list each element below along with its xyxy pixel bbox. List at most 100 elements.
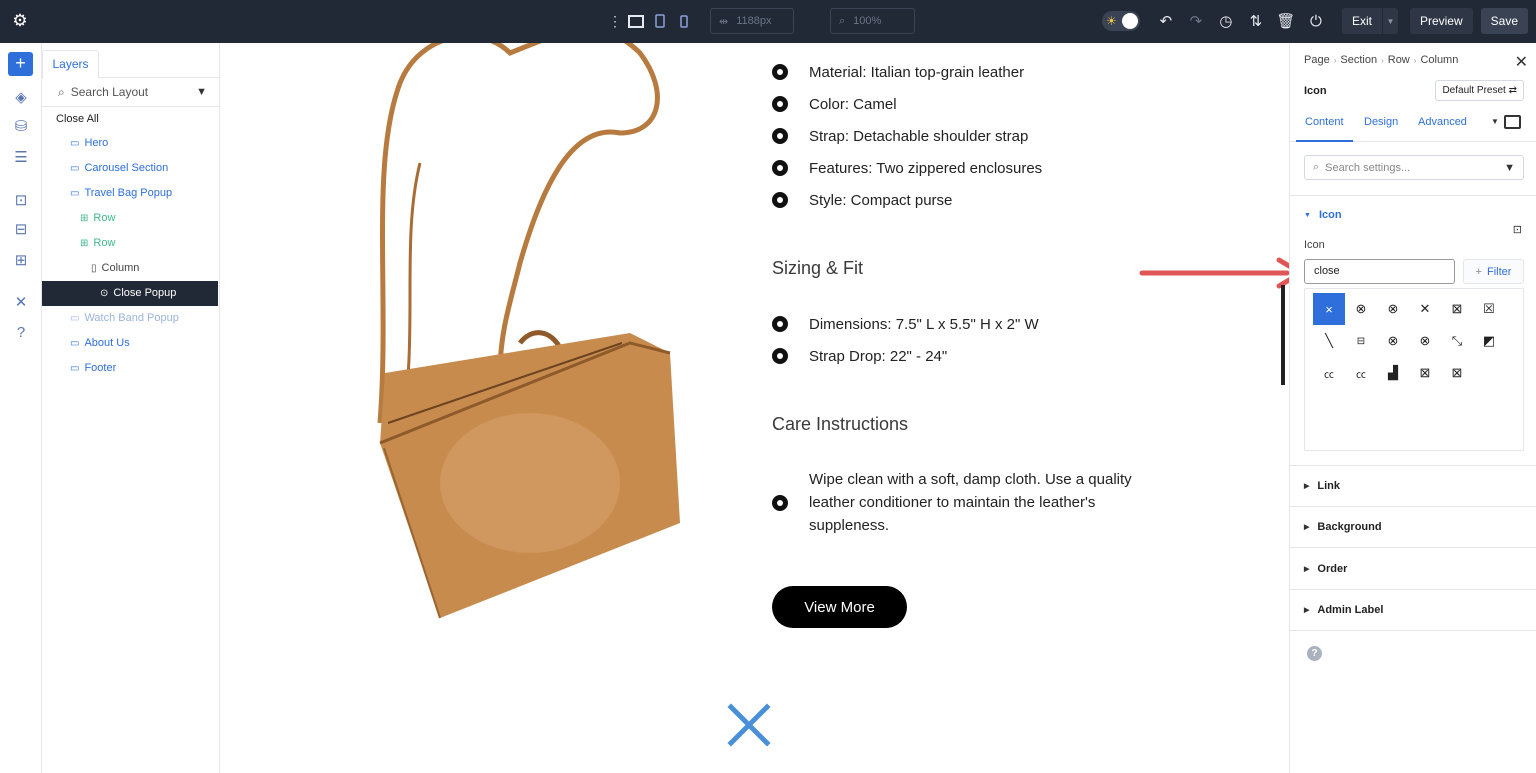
more-dots-icon[interactable]: ⋮ (606, 8, 624, 34)
sizing-heading: Sizing & Fit (772, 258, 864, 278)
settings-search[interactable]: ⌕ Search settings... ▼ (1304, 155, 1524, 180)
closed-caption-outline-icon[interactable]: ㏄ (1345, 357, 1377, 389)
exit-dropdown-icon[interactable]: ▼ (1381, 8, 1398, 34)
zoom-field[interactable]: ⌕ 100% (830, 8, 915, 34)
list-item-text: Style: Compact purse (809, 192, 953, 209)
layer-travel-bag-popup[interactable]: ▭ Travel Bag Popup (70, 181, 172, 206)
order-group-toggle[interactable]: ▶ Order (1304, 563, 1347, 575)
page-builder-icon[interactable]: ⊡ (10, 190, 32, 212)
settings-gear-icon[interactable]: ⚙ (10, 11, 30, 31)
layer-hero[interactable]: ▭ Hero (70, 131, 108, 156)
close-circle-thin-icon[interactable]: ⊗ (1409, 325, 1441, 357)
toggle-knob (1121, 13, 1138, 29)
icon-search-input[interactable]: close (1304, 259, 1455, 284)
sort-icon[interactable]: ⇅ (1244, 8, 1268, 34)
divider (1290, 195, 1536, 196)
close-all-link[interactable]: Close All (42, 107, 219, 132)
layer-about-us[interactable]: ▭ About Us (70, 331, 130, 356)
trash-icon[interactable]: 🗑 (1274, 8, 1298, 34)
tab-layers[interactable]: Layers (42, 50, 99, 79)
close-x-icon[interactable]: × (1313, 293, 1345, 325)
redo-icon[interactable]: ↷ (1184, 8, 1208, 34)
layer-label: Travel Bag Popup (84, 187, 173, 199)
layer-footer[interactable]: ▭ Footer (70, 356, 116, 381)
filter-funnel-icon[interactable]: ▼ (1504, 162, 1515, 174)
group-label: Order (1317, 563, 1348, 575)
help-icon[interactable]: ? (10, 322, 32, 344)
help-icon[interactable]: ? (1307, 646, 1322, 661)
exit-button[interactable]: Exit (1341, 8, 1382, 34)
phone-view-icon[interactable] (672, 8, 696, 34)
bullet-icon (772, 96, 788, 112)
admin-label-group-toggle[interactable]: ▶ Admin Label (1304, 604, 1383, 616)
breadcrumb-section[interactable]: Section (1340, 54, 1377, 66)
undo-icon[interactable]: ↶ (1154, 8, 1178, 34)
tab-advanced[interactable]: Advanced (1418, 115, 1467, 142)
power-icon[interactable]: ⏻ (1304, 8, 1328, 34)
leather-bag-image[interactable] (360, 43, 700, 663)
settings-panel: Page › Section › Row › Column ✕ Icon Def… (1289, 43, 1536, 773)
module-title: Icon (1304, 85, 1327, 97)
close-square-filled-icon[interactable]: ⊠ (1441, 293, 1473, 325)
tools-icon[interactable]: ✕ (10, 292, 32, 314)
tab-content[interactable]: Content (1296, 115, 1353, 142)
list-item-text: Color: Camel (809, 96, 897, 113)
close-square-outline-icon[interactable]: ☒ (1473, 293, 1505, 325)
close-circle-outline-icon[interactable]: ⊗ (1345, 293, 1377, 325)
breadcrumb-column[interactable]: Column (1420, 54, 1458, 66)
breadcrumb-page[interactable]: Page (1304, 54, 1330, 66)
care-bullet (772, 495, 809, 511)
layer-close-popup[interactable]: ⊙ Close Popup (42, 281, 218, 306)
layers-icon[interactable]: ◈ (10, 87, 32, 109)
diagonal-line-icon[interactable]: ╲ (1313, 325, 1345, 357)
layer-carousel-section[interactable]: ▭ Carousel Section (70, 156, 168, 181)
database-icon[interactable]: ⛁ (10, 116, 32, 138)
canvas-width-field[interactable]: ⇹ 1188px (710, 8, 794, 34)
minimize-box-icon[interactable]: ⊟ (1345, 325, 1377, 357)
preset-dropdown[interactable]: Default Preset ⇄ (1435, 80, 1524, 101)
close-circle-filled-icon[interactable]: ⊗ (1377, 293, 1409, 325)
layer-row[interactable]: ⊞ Row (80, 206, 115, 231)
collapse-arrows-icon[interactable]: ⤡ (1441, 325, 1473, 357)
desktop-view-icon[interactable] (624, 8, 648, 34)
close-circle-dark-icon[interactable]: ⊗ (1377, 325, 1409, 357)
group-label: Background (1317, 521, 1382, 533)
preview-button[interactable]: Preview (1409, 8, 1473, 34)
layer-label: Watch Band Popup (84, 312, 179, 324)
icon-group-toggle[interactable]: ▼ Icon (1304, 209, 1342, 221)
focus-mode-icon[interactable]: ⊡ (1513, 223, 1522, 236)
list-item: Strap: Detachable shoulder strap (772, 128, 1028, 145)
tab-design[interactable]: Design (1364, 115, 1398, 142)
breadcrumb-row[interactable]: Row (1388, 54, 1410, 66)
close-popup-icon[interactable] (726, 702, 772, 748)
layer-row[interactable]: ⊞ Row (80, 231, 115, 256)
background-group-toggle[interactable]: ▶ Background (1304, 521, 1382, 533)
save-button[interactable]: Save (1480, 8, 1528, 34)
view-more-button[interactable]: View More (772, 586, 907, 628)
icon-filter-button[interactable]: + Filter (1463, 259, 1524, 284)
template-icon[interactable]: ⊟ (10, 219, 32, 241)
close-bold-icon[interactable]: ✕ (1409, 293, 1441, 325)
link-group-toggle[interactable]: ▶ Link (1304, 480, 1340, 492)
door-closed-icon[interactable]: ▟ (1377, 357, 1409, 389)
layer-watch-band-popup[interactable]: ▭ Watch Band Popup (70, 306, 179, 331)
icon-picker-grid: × ⊗ ⊗ ✕ ⊠ ☒ ╲ ⊟ ⊗ ⊗ ⤡ ◩ ㏄ ㏄ ▟ ⊠ ⊠ (1304, 288, 1524, 451)
sections-icon[interactable]: ☰ (10, 147, 32, 169)
history-icon[interactable]: ◷ (1214, 8, 1238, 34)
add-module-icon[interactable]: + (8, 52, 33, 76)
more-tabs-caret-icon[interactable]: ▼ (1491, 117, 1499, 126)
layer-column[interactable]: ▯ Column (91, 256, 139, 281)
caret-down-icon: ▼ (1304, 211, 1311, 219)
tablet-view-icon[interactable] (648, 8, 672, 34)
bullet-icon (772, 160, 788, 176)
responsive-view-icon[interactable] (1504, 115, 1521, 129)
closed-caption-icon[interactable]: ㏄ (1313, 357, 1345, 389)
store-closed-icon[interactable]: ⊠ (1409, 357, 1441, 389)
layers-search[interactable]: ⌕ Search Layout ▼ (42, 78, 219, 107)
close-icon[interactable]: ✕ (1515, 52, 1528, 72)
close-fullscreen-icon[interactable]: ◩ (1473, 325, 1505, 357)
filter-funnel-icon[interactable]: ▼ (196, 86, 207, 98)
shop-closed-icon[interactable]: ⊠ (1441, 357, 1473, 389)
library-icon[interactable]: ⊞ (10, 250, 32, 272)
theme-toggle[interactable]: ☀ (1101, 11, 1140, 31)
